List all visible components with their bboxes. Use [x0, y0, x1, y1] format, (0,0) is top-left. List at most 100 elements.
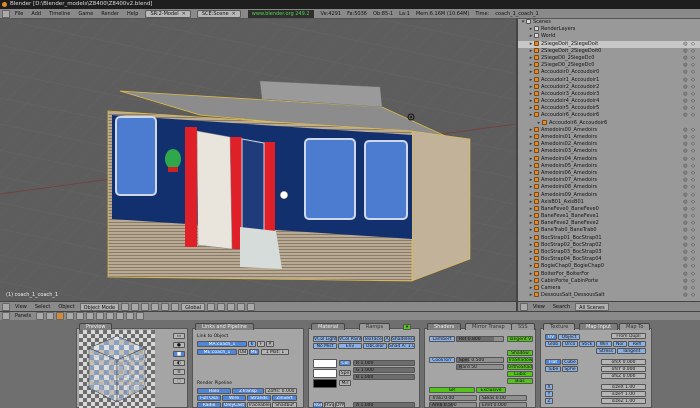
env-button[interactable]: Env [338, 343, 362, 349]
shading-icon[interactable] [56, 312, 65, 320]
visibility-icons[interactable]: ◎ ◇ [683, 263, 696, 270]
strands-button[interactable]: Strands [247, 395, 271, 401]
visibility-icons[interactable]: ◎ ◇ [683, 278, 696, 285]
menu-game[interactable]: Game [74, 9, 97, 18]
onlycast-button[interactable]: OnlyCast [222, 402, 246, 408]
lock-icon[interactable] [237, 302, 246, 311]
render-icon[interactable] [247, 302, 256, 311]
cubic-button[interactable]: Cubic [507, 371, 533, 377]
visibility-icons[interactable]: ◎ ◇ [683, 91, 696, 98]
outliner-item[interactable]: ▸ 2SiegeDoit_2SiegeDoit ◎ ◇ [518, 40, 700, 48]
group-field[interactable]: GR [429, 387, 475, 393]
red-slider[interactable]: R 1.000 [353, 360, 415, 366]
menu-add[interactable]: Add [27, 9, 45, 18]
menu-search[interactable]: Search [549, 302, 574, 311]
visibility-icons[interactable]: ◎ ◇ [683, 156, 696, 163]
spec-slider[interactable]: Spec 0.500 [456, 357, 504, 363]
material-users-field[interactable]: 6 [248, 341, 256, 347]
manipulator-icon[interactable] [141, 302, 150, 311]
wire-button[interactable]: Wire [222, 395, 246, 401]
outliner-item[interactable]: ▸ Amedoirs05_Amedoirs ◎ ◇ [518, 162, 700, 170]
color-swatch-mir[interactable] [313, 379, 337, 388]
shad-a-field[interactable]: Shad A: 1.00 [388, 343, 415, 349]
outliner[interactable]: ▾ Scenes ▸ RenderLayers ▸ World ▸ 2SiegeDoit_2… [516, 19, 700, 301]
tab-links-pipeline[interactable]: Links and Pipeline [195, 323, 254, 330]
visibility-icons[interactable]: ◎ ◇ [683, 242, 696, 249]
tab-ramps[interactable]: Ramps [359, 323, 391, 330]
dyn-button[interactable]: DYN [335, 402, 345, 408]
outliner-item[interactable]: ▸ Amedoirs03_Amedoirs ◎ ◇ [518, 148, 700, 155]
visibility-icons[interactable]: ◎ ◇ [683, 127, 696, 134]
radio-button[interactable]: Radio [197, 402, 221, 408]
link-ob-button[interactable]: OB [238, 349, 248, 355]
link-me-button[interactable]: ME [249, 349, 259, 355]
mir-button[interactable]: Mir [339, 380, 351, 386]
outliner-item[interactable]: ▸ BogieChap0_BogieChap0 ◎ ◇ [518, 263, 700, 270]
color-swatch-spe[interactable] [313, 369, 337, 378]
script-icon[interactable] [46, 312, 55, 320]
menu-file[interactable]: File [11, 9, 27, 18]
menu-object[interactable]: Object [54, 302, 78, 311]
tab-mirror-transp[interactable]: Mirror Transp [465, 323, 512, 330]
material-expand-button[interactable]: ▾ [403, 324, 411, 330]
shadeless-button[interactable]: Shadeless [391, 336, 415, 342]
from-dupli-button[interactable]: From Dupli [611, 333, 646, 339]
logic-icon[interactable] [36, 312, 45, 320]
visibility-icons[interactable]: ◎ ◇ [683, 62, 696, 69]
material-count-field[interactable]: 1 Mat: 1 [261, 349, 289, 355]
draw-type-icon[interactable] [121, 302, 130, 311]
outliner-item[interactable]: ▸ Accoudoir5_Accoudoir5 ◎ ◇ [518, 105, 700, 112]
refl-button[interactable]: Refl [628, 341, 646, 347]
outliner-item[interactable]: ▸ Accoudoir6_Accoudoir6 [518, 119, 700, 127]
menu-timeline[interactable]: Timeline [45, 9, 74, 18]
cube-button[interactable]: Cube [562, 359, 578, 365]
full-osa-button[interactable]: Full Osa [197, 395, 221, 401]
rgb-button[interactable]: RGB [313, 402, 323, 408]
blue-slider[interactable]: B 1.000 [353, 374, 415, 380]
outliner-item[interactable]: ▸ 2SiegeD0_2SiegeDc0 ◎ ◇ [518, 54, 700, 62]
outliner-item[interactable]: ▸ Accoudoir2_Accoudoir2 ◎ ◇ [518, 83, 700, 91]
tab-material[interactable]: Material [311, 323, 346, 330]
layer-icon[interactable] [227, 302, 236, 311]
scene-icon[interactable] [86, 312, 95, 320]
sphe-button[interactable]: Sphe [562, 366, 578, 372]
diffuse-shader-select[interactable]: Lambert [429, 336, 455, 342]
stick-button[interactable]: Stick [579, 341, 595, 347]
tab-texture[interactable]: Texture [543, 323, 576, 330]
3d-viewport[interactable]: (1) coach_1_coach_1 [0, 19, 516, 301]
visibility-icons[interactable]: ◎ ◇ [683, 163, 696, 170]
nor-button[interactable]: Nor [613, 341, 627, 347]
outliner-filter-select[interactable]: All Scenes [575, 302, 609, 311]
sizez-field[interactable]: sizeZ 1.00 [601, 398, 646, 404]
outliner-item[interactable]: ▸ BoiterFor_BoiterFor ◎ ◇ [518, 270, 700, 278]
material-icon[interactable] [106, 312, 115, 320]
spe-button[interactable]: Spe [339, 370, 351, 376]
tab-sss[interactable]: SSS [511, 323, 535, 330]
sbias-slider[interactable]: SBias 0.00 [479, 395, 527, 401]
zinvert-button[interactable]: ZInvert [272, 395, 297, 401]
shadbuf-button[interactable]: Shadbuf [272, 402, 297, 408]
map-y-button[interactable]: Y [545, 391, 553, 397]
uv-button[interactable]: UV [545, 334, 557, 340]
exclusive-button[interactable]: Exclusive [476, 387, 506, 393]
editor-type-icon[interactable] [2, 302, 10, 311]
visibility-icons[interactable]: ◎ ◇ [683, 41, 696, 48]
vcol-light-button[interactable]: VCol Light [313, 336, 337, 342]
tangent-v-button[interactable]: Tangent V [507, 336, 533, 342]
mode-select[interactable]: Object Mode [79, 302, 120, 311]
rotate-icon[interactable] [161, 302, 170, 311]
halo-button[interactable]: Halo [197, 388, 231, 394]
tralu-slider[interactable]: Tralu 0.00 [429, 395, 477, 401]
outliner-item[interactable]: ▸ BocStrap01_BocStrap01 ◎ ◇ [518, 234, 700, 242]
green-slider[interactable]: G 1.000 [353, 367, 415, 373]
editor-type-icon[interactable] [2, 312, 10, 320]
layer-icon[interactable] [217, 302, 226, 311]
sizey-field[interactable]: sizeY 1.00 [601, 391, 646, 397]
outliner-item[interactable]: ▸ BaneFeve1_BaneFeve1 ◎ ◇ [518, 213, 700, 220]
menu-render[interactable]: Render [97, 9, 123, 18]
visibility-icons[interactable]: ◎ ◇ [683, 235, 696, 242]
object-icon[interactable] [66, 312, 75, 320]
object-button[interactable]: Object [558, 334, 580, 340]
outliner-item[interactable]: ▸ Accoudoir3_Accoudoir3 ◎ ◇ [518, 90, 700, 98]
visibility-icons[interactable]: ◎ ◇ [683, 206, 696, 213]
